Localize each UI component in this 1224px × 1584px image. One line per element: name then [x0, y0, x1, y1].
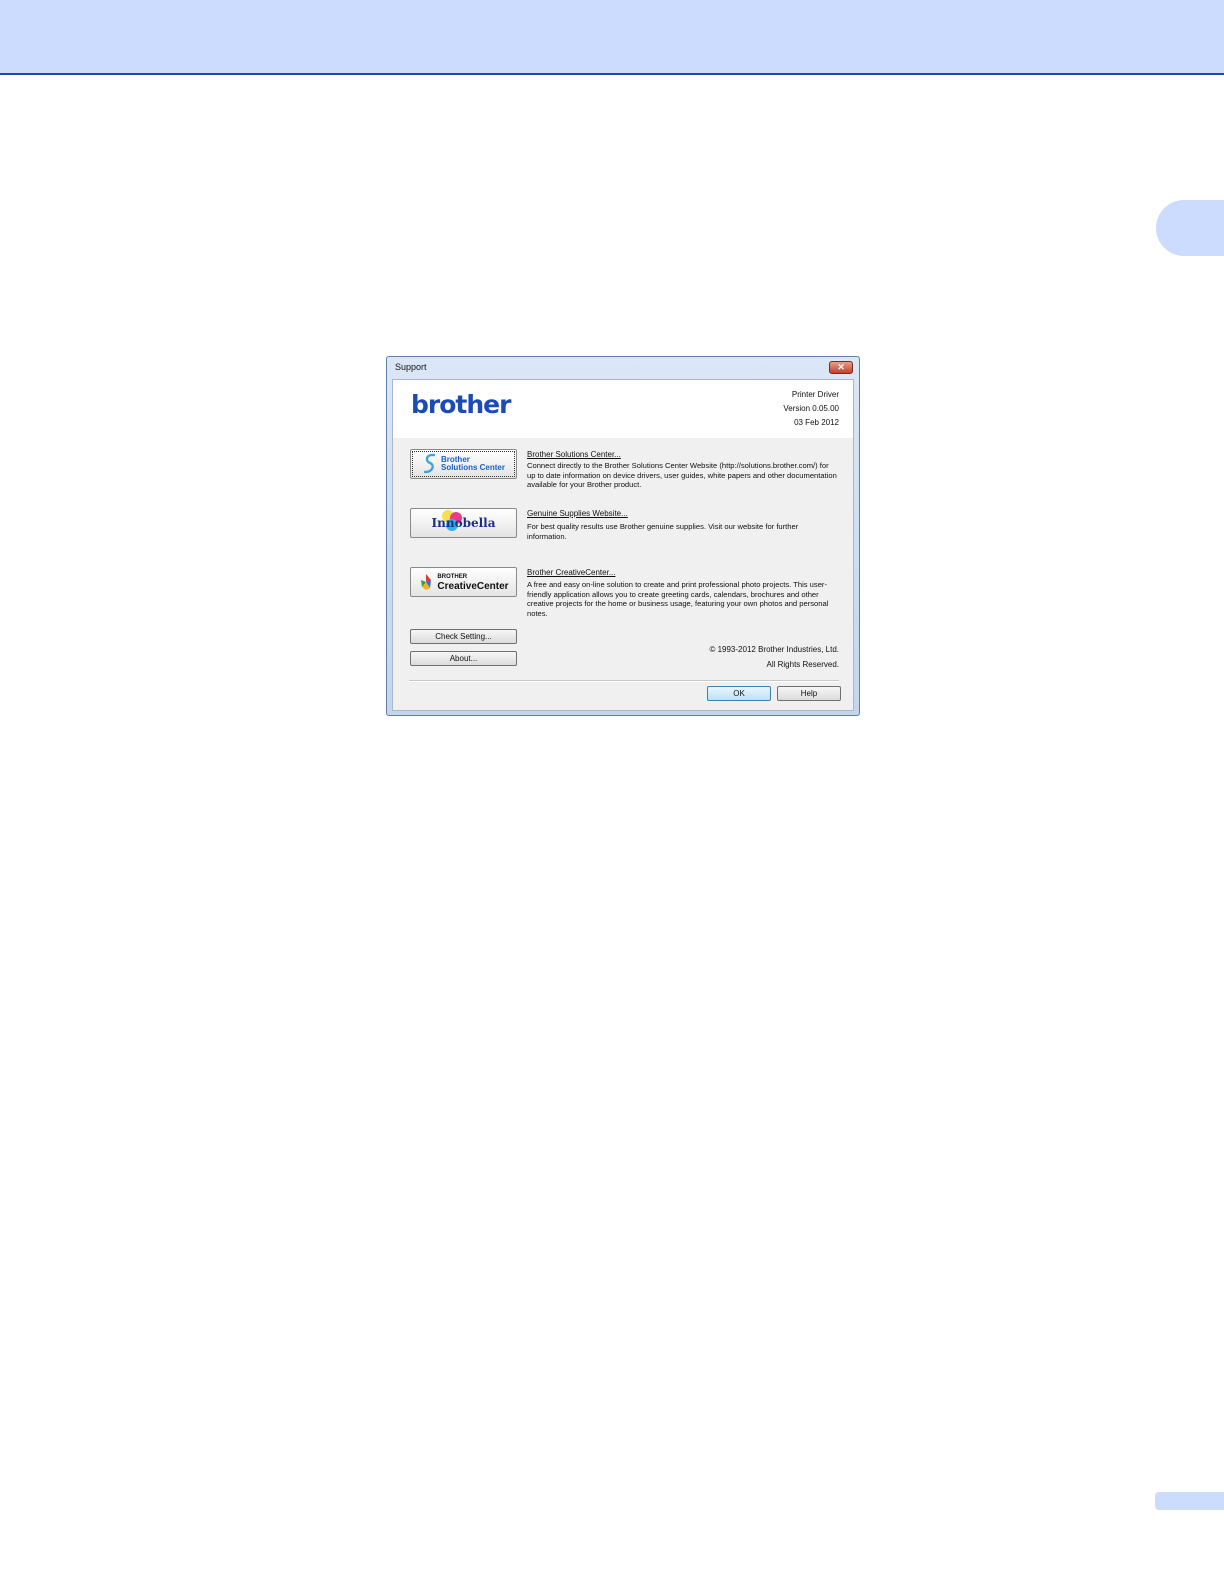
logo-line-2: CreativeCenter [437, 581, 509, 592]
page-header-band [0, 0, 1224, 75]
chapter-tab [1156, 200, 1224, 256]
creative-center-description: A free and easy on-line solution to crea… [527, 580, 829, 618]
solutions-center-logo: Brother Solutions Center [441, 456, 505, 472]
release-date: 03 Feb 2012 [794, 418, 839, 427]
product-name: Printer Driver [791, 390, 839, 399]
swirl-logo-icon [423, 453, 436, 474]
genuine-supplies-button[interactable]: Innobella [410, 508, 517, 538]
solutions-center-description: Connect directly to the Brother Solution… [527, 461, 837, 489]
brother-logo: brother [411, 390, 511, 419]
support-dialog: Support ✕ brother Printer Driver Version… [386, 356, 860, 716]
dialog-title: Support [395, 362, 427, 372]
solutions-center-button[interactable]: Brother Solutions Center [410, 449, 517, 479]
about-button[interactable]: About... [410, 651, 517, 666]
separator-line [409, 680, 839, 682]
close-button[interactable]: ✕ [829, 361, 853, 374]
manual-page: Support ✕ brother Printer Driver Version… [0, 0, 1224, 1584]
genuine-supplies-title: Genuine Supplies Website... [527, 509, 628, 518]
creative-center-logo: BROTHER CreativeCenter [437, 573, 509, 592]
version-text: Version 0.05.00 [783, 404, 839, 413]
creative-center-title: Brother CreativeCenter... [527, 568, 616, 577]
driver-info: Printer Driver Version 0.05.00 03 Feb 20… [783, 388, 839, 430]
logo-line-2: Solutions Center [440, 463, 505, 472]
creative-center-icon [421, 574, 432, 590]
copyright-line: © 1993-2012 Brother Industries, Ltd. [709, 645, 839, 654]
title-bar[interactable]: Support ✕ [387, 357, 859, 378]
header-banner: brother Printer Driver Version 0.05.00 0… [393, 380, 853, 438]
creative-center-button[interactable]: BROTHER CreativeCenter [410, 567, 517, 597]
innobella-text: Innobella [431, 516, 496, 530]
ok-button[interactable]: OK [707, 686, 771, 701]
copyright-block: © 1993-2012 Brother Industries, Ltd. All… [709, 642, 839, 672]
help-button[interactable]: Help [777, 686, 841, 701]
genuine-supplies-description: For best quality results use Brother gen… [527, 522, 799, 541]
rights-line: All Rights Reserved. [766, 660, 839, 669]
check-setting-button[interactable]: Check Setting... [410, 629, 517, 644]
close-icon: ✕ [837, 362, 845, 372]
page-number-tab [1155, 1492, 1224, 1510]
solutions-center-title: Brother Solutions Center... [527, 450, 621, 459]
dialog-client-area: brother Printer Driver Version 0.05.00 0… [392, 379, 854, 711]
innobella-logo: Innobella [431, 510, 496, 532]
